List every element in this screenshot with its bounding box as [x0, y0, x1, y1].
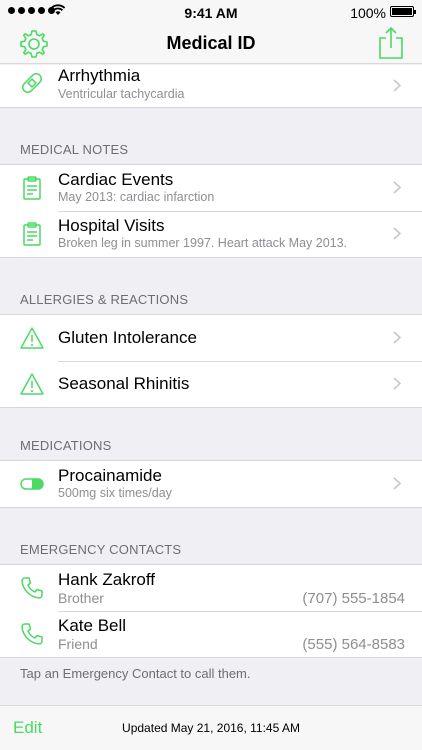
contact-name: Hank Zakroff [58, 570, 156, 589]
emergency-contacts-footer: Tap an Emergency Contact to call them. [20, 666, 251, 681]
note-subtitle: May 2013: cardiac infarction [58, 190, 215, 204]
allergy-title: Seasonal Rhinitis [58, 374, 190, 393]
medical-notes-group: Cardiac Events May 2013: cardiac infarct… [0, 164, 422, 258]
allergies-group: Gluten Intolerance Seasonal Rhinitis [0, 314, 422, 408]
note-subtitle: Broken leg in summer 1997. Heart attack … [58, 236, 348, 250]
note-title: Cardiac Events [58, 170, 174, 189]
conditions-group: Arrhythmia Ventricular tachycardia [0, 65, 422, 108]
chevron-right-icon [393, 79, 401, 92]
last-updated-label: Updated May 21, 2016, 11:45 AM [122, 721, 300, 735]
navigation-bar: Medical ID [0, 24, 422, 64]
emergency-contacts-group: Hank Zakroff Brother (707) 555-1854 Kate… [0, 564, 422, 658]
section-header-emergency-contacts: EMERGENCY CONTACTS [20, 542, 182, 557]
bottom-toolbar: Edit Updated May 21, 2016, 11:45 AM [0, 705, 422, 750]
chevron-right-icon [393, 331, 401, 344]
phone-icon [21, 623, 43, 645]
list-item[interactable]: Gluten Intolerance [0, 315, 422, 361]
contact-phone: (707) 555-1854 [302, 590, 405, 607]
pill-icon [20, 478, 44, 490]
section-header-medications: MEDICATIONS [20, 438, 112, 453]
clipboard-icon [23, 176, 41, 200]
contact-name: Kate Bell [58, 616, 127, 635]
share-icon[interactable] [378, 26, 404, 60]
warning-triangle-icon [20, 327, 44, 349]
list-item[interactable]: Seasonal Rhinitis [0, 361, 422, 407]
battery-percentage: 100% [350, 5, 386, 21]
chevron-right-icon [393, 181, 401, 194]
warning-triangle-icon [20, 373, 44, 395]
contact-relation: Friend [58, 636, 98, 652]
phone-icon [21, 577, 43, 599]
contact-row[interactable]: Hank Zakroff Brother (707) 555-1854 [0, 565, 422, 611]
bandage-icon [22, 73, 42, 93]
medical-id-content[interactable]: Arrhythmia Ventricular tachycardia MEDIC… [0, 65, 422, 705]
chevron-right-icon [393, 477, 401, 490]
medication-title: Procainamide [58, 466, 162, 485]
contact-relation: Brother [58, 590, 104, 606]
list-item[interactable]: Hospital Visits Broken leg in summer 199… [0, 211, 422, 257]
condition-subtitle: Ventricular tachycardia [58, 87, 185, 101]
list-item[interactable]: Cardiac Events May 2013: cardiac infarct… [0, 165, 422, 211]
medication-subtitle: 500mg six times/day [58, 486, 172, 500]
contact-row[interactable]: Kate Bell Friend (555) 564-8583 [0, 611, 422, 657]
section-header-medical-notes: MEDICAL NOTES [20, 142, 129, 157]
clipboard-icon [23, 222, 41, 246]
condition-title: Arrhythmia [58, 66, 141, 85]
list-item[interactable]: Arrhythmia Ventricular tachycardia [0, 65, 422, 107]
battery-icon [390, 6, 416, 17]
note-title: Hospital Visits [58, 216, 165, 235]
page-title: Medical ID [166, 33, 256, 53]
medications-group: Procainamide 500mg six times/day [0, 460, 422, 508]
list-item[interactable]: Procainamide 500mg six times/day [0, 461, 422, 507]
chevron-right-icon [393, 377, 401, 390]
contact-phone: (555) 564-8583 [302, 636, 405, 653]
chevron-right-icon [393, 227, 401, 240]
status-bar: 9:41 AM 100% [0, 0, 422, 24]
section-header-allergies: ALLERGIES & REACTIONS [20, 292, 189, 307]
allergy-title: Gluten Intolerance [58, 328, 197, 347]
